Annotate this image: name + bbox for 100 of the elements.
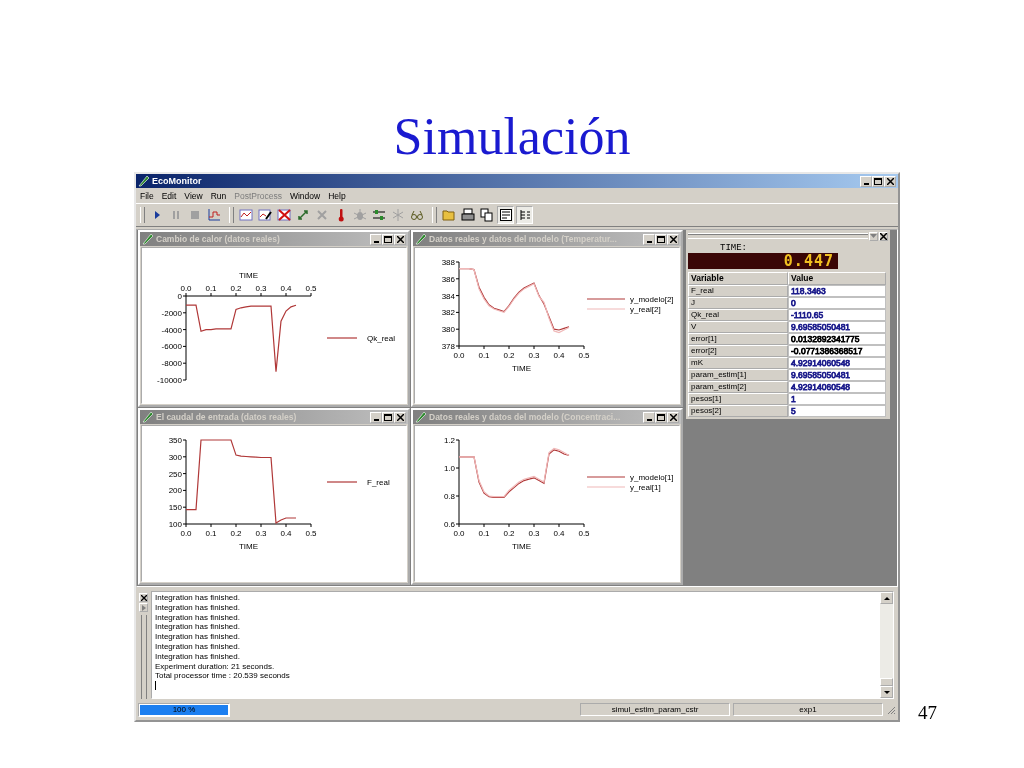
scroll-thumb[interactable] bbox=[880, 678, 893, 686]
variable-name: error[2] bbox=[688, 345, 788, 357]
log-line: Integration has finished. bbox=[155, 632, 241, 642]
variable-value: -0.0771386368517 bbox=[788, 345, 886, 357]
tick-label: 0.3 bbox=[528, 529, 540, 538]
close-button[interactable] bbox=[879, 231, 888, 241]
legend-label: Qk_real bbox=[367, 334, 395, 343]
log-line: Integration has finished. bbox=[155, 622, 241, 633]
sliders-icon bbox=[371, 208, 386, 222]
slide-title: Simulación bbox=[393, 107, 631, 167]
pen-icon bbox=[138, 175, 150, 187]
variable-name: pesos[1] bbox=[688, 393, 788, 405]
tick-label: 0.2 bbox=[503, 529, 515, 538]
menu-item[interactable]: File bbox=[140, 190, 154, 201]
copy-icon bbox=[479, 208, 494, 222]
maximize-icon bbox=[384, 413, 392, 421]
tick-label: 250 bbox=[168, 469, 182, 479]
toolbar-button[interactable] bbox=[497, 206, 514, 224]
tick-label: 1.0 bbox=[443, 464, 455, 473]
close-icon bbox=[396, 235, 404, 243]
scroll-down-button[interactable] bbox=[880, 686, 893, 698]
log-line: Integration has finished. bbox=[155, 602, 241, 613]
tick-label: -4000 bbox=[161, 325, 182, 335]
axis-title: TIME bbox=[238, 542, 259, 551]
chart-edit-icon bbox=[257, 208, 272, 222]
tick-label: 0.0 bbox=[180, 284, 192, 293]
window-title: EcoMonitor bbox=[152, 176, 203, 186]
pen-icon bbox=[142, 233, 154, 245]
maximize-button[interactable] bbox=[655, 233, 667, 245]
log-line: Total processor time : 20.539 seconds bbox=[155, 671, 291, 682]
tick-label: 1.2 bbox=[443, 436, 455, 445]
close-icon bbox=[396, 413, 404, 421]
chart-window-title: Cambio de calor (datos reales) bbox=[156, 234, 281, 244]
tick-label: 0.0 bbox=[180, 529, 192, 538]
tick-label: 300 bbox=[168, 452, 182, 462]
arrows-icon bbox=[295, 208, 310, 222]
maximize-button[interactable] bbox=[655, 411, 667, 423]
toolbar-button[interactable] bbox=[459, 206, 476, 224]
menu-item[interactable]: Run bbox=[210, 190, 227, 201]
caret-icon bbox=[870, 234, 877, 238]
asterisk-icon bbox=[390, 208, 405, 222]
pen-icon bbox=[415, 411, 427, 423]
chevron-icon bbox=[141, 604, 146, 611]
scroll-up-button[interactable] bbox=[880, 592, 893, 604]
tick-label: 0.1 bbox=[205, 284, 217, 293]
toolbar-button[interactable] bbox=[478, 206, 495, 224]
variable-value: -1110.65 bbox=[788, 309, 886, 321]
pen-icon bbox=[142, 411, 154, 423]
tick-label: 0.4 bbox=[553, 351, 565, 360]
axis-title: TIME bbox=[238, 271, 259, 280]
minimize-button[interactable] bbox=[370, 233, 382, 245]
tick-label: 0.5 bbox=[578, 351, 590, 360]
expand-button[interactable] bbox=[139, 603, 148, 612]
tick-label: 0.4 bbox=[553, 529, 565, 538]
tick-label: 0.3 bbox=[255, 284, 267, 293]
variable-value: 9.69585050481 bbox=[788, 369, 886, 381]
dropdown-button[interactable] bbox=[869, 231, 878, 241]
tick-label: 0.2 bbox=[230, 284, 242, 293]
variable-value: 9.69585050481 bbox=[788, 321, 886, 333]
maximize-button[interactable] bbox=[382, 233, 394, 245]
variable-value: 4.92914060548 bbox=[788, 381, 886, 393]
tick-label: 0.5 bbox=[305, 284, 317, 293]
page-number: 47 bbox=[918, 702, 937, 724]
menu-item[interactable]: View bbox=[184, 190, 203, 201]
tick-label: -8000 bbox=[161, 359, 182, 369]
column-header: Variable bbox=[688, 272, 788, 285]
menu-item[interactable]: Edit bbox=[161, 190, 177, 201]
tick-label: 0.5 bbox=[305, 529, 317, 538]
tick-label: 0.4 bbox=[280, 529, 292, 538]
close-button[interactable] bbox=[139, 593, 148, 602]
up-arrow-icon bbox=[883, 596, 890, 600]
minimize-button[interactable] bbox=[643, 233, 655, 245]
variable-name: V bbox=[688, 321, 788, 333]
tick-label: 0.1 bbox=[478, 351, 490, 360]
maximize-button[interactable] bbox=[872, 175, 884, 187]
variable-value: 1 bbox=[788, 393, 886, 405]
legend-label: y_modelo[2] bbox=[630, 295, 674, 304]
close-icon bbox=[140, 594, 147, 601]
tree-icon bbox=[517, 208, 532, 222]
close-icon bbox=[880, 232, 887, 240]
minimize-button[interactable] bbox=[643, 411, 655, 423]
maximize-button[interactable] bbox=[382, 411, 394, 423]
tick-label: 0.2 bbox=[503, 351, 515, 360]
axis-title: TIME bbox=[511, 542, 532, 551]
variable-value: 4.92914060548 bbox=[788, 357, 886, 369]
minimize-button[interactable] bbox=[370, 411, 382, 423]
minimize-button[interactable] bbox=[860, 175, 872, 187]
toolbar-button[interactable] bbox=[256, 206, 273, 224]
menu-item[interactable]: Help bbox=[328, 190, 346, 201]
maximize-icon bbox=[874, 177, 882, 185]
status-field: simul_estim_param_cstr bbox=[580, 703, 730, 716]
maximize-icon bbox=[384, 235, 392, 243]
tick-label: 0.4 bbox=[280, 284, 292, 293]
tick-label: 380 bbox=[441, 325, 455, 335]
legend-label: y_real[2] bbox=[630, 305, 661, 314]
menu-item[interactable]: Window bbox=[289, 190, 321, 201]
scrollbar[interactable] bbox=[880, 592, 893, 698]
folder-icon bbox=[441, 208, 456, 222]
log-line: Experiment duration: 21 seconds. bbox=[155, 661, 276, 672]
variable-value: 0 bbox=[788, 297, 886, 309]
